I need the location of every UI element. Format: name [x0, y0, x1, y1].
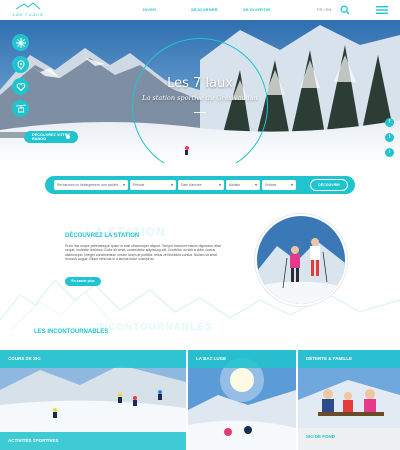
station-description: Proin hac neque pellentesque quam in ant…	[65, 244, 221, 262]
discover-rando-button[interactable]: DÉCOUVREZ VOTRE RANDO	[24, 131, 78, 143]
facebook-icon[interactable]: f	[385, 118, 394, 127]
hero-side-icons	[12, 34, 30, 122]
skiers-photo-image	[257, 216, 345, 304]
menu-icon[interactable]	[376, 5, 388, 15]
card-label: SKI DE FOND	[306, 434, 336, 439]
chevron-down-icon: ▾	[254, 182, 257, 187]
logo-mountain-icon	[15, 2, 41, 10]
card-label: LA BAZ LUGE	[196, 356, 227, 361]
discover-search-button[interactable]: DÉCOUVRIR	[310, 179, 348, 191]
card-baz-luge[interactable]: LA BAZ LUGE	[188, 350, 296, 450]
card-activites-sportives[interactable]: ACTIVITÉS SPORTIVES	[0, 432, 186, 450]
incontournables-ghost-heading: INCONTOURNABLES	[96, 322, 213, 333]
nav-hiver[interactable]: HIVER	[143, 7, 156, 12]
period-select[interactable]: Période ▾	[130, 180, 176, 190]
learn-more-button[interactable]: En savoir plus	[65, 277, 101, 286]
card-detente-famille[interactable]: DÉTENTE & FAMILLE	[298, 350, 400, 428]
children-select[interactable]: Enfants ▾	[262, 180, 296, 190]
adults-label: Adultes	[229, 183, 240, 187]
logo-text: LES 7 LAUX	[12, 12, 44, 17]
hero-divider	[194, 112, 206, 113]
twitter-icon[interactable]: t	[385, 133, 394, 142]
search-activity-field[interactable]: Recherchez un hébergement, une activité.…	[54, 180, 128, 190]
arrival-date-field[interactable]: Date d'arrivée ▾	[178, 180, 224, 190]
chevron-down-icon: ▾	[170, 182, 173, 187]
arrival-date-label: Date d'arrivée	[181, 183, 202, 187]
card-cours-de-ski[interactable]: COURS DE SKI	[0, 350, 186, 432]
search-icon[interactable]	[340, 5, 350, 15]
card-label: DÉTENTE & FAMILLE	[306, 356, 352, 361]
site-logo[interactable]: LES 7 LAUX	[8, 2, 48, 18]
card-ski-de-fond[interactable]: SKI DE FOND	[298, 428, 400, 450]
search-activity-label: Recherchez un hébergement, une activité.…	[57, 183, 121, 187]
card-label: COURS DE SKI	[8, 356, 41, 361]
station-title: DÉCOUVREZ LA STATION	[65, 233, 140, 239]
skiers-photo	[255, 214, 347, 306]
station-section: LA STATION DÉCOUVREZ LA STATION Proin ha…	[0, 200, 400, 330]
chevron-down-icon: ▾	[122, 182, 125, 187]
instagram-icon[interactable]: i	[385, 148, 394, 157]
map-pin-icon[interactable]	[12, 56, 29, 73]
lift-icon[interactable]	[12, 100, 29, 117]
incontournables-title: LES INCONTOURNABLES	[34, 329, 109, 335]
children-label: Enfants	[265, 183, 277, 187]
discover-rando-label: DÉCOUVREZ VOTRE RANDO	[32, 133, 70, 141]
nav-se-divertir[interactable]: SE DIVERTIR	[243, 7, 270, 12]
hero-title: Les 7 laux	[167, 76, 233, 91]
card-label: ACTIVITÉS SPORTIVES	[8, 438, 59, 443]
booking-search-bar: Recherchez un hébergement, une activité.…	[45, 176, 355, 194]
adults-select[interactable]: Adultes ▾	[226, 180, 260, 190]
chevron-down-icon: ▾	[218, 182, 221, 187]
heart-icon[interactable]	[12, 78, 29, 95]
hero-subtitle: La station sportive du Grésivaudan	[142, 94, 258, 102]
snowflake-icon[interactable]	[12, 34, 29, 51]
chevron-down-icon: ▾	[290, 182, 293, 187]
period-label: Période	[133, 183, 145, 187]
site-header: LES 7 LAUX HIVER SÉJOURNER SE DIVERTIR F…	[0, 0, 400, 20]
nav-sejourner[interactable]: SÉJOURNER	[191, 7, 218, 12]
hero-banner: DÉCOUVREZ VOTRE RANDO Les 7 laux La stat…	[0, 20, 400, 163]
language-switch[interactable]: FR / EN	[317, 7, 331, 12]
arrow-dot-icon	[66, 135, 70, 139]
